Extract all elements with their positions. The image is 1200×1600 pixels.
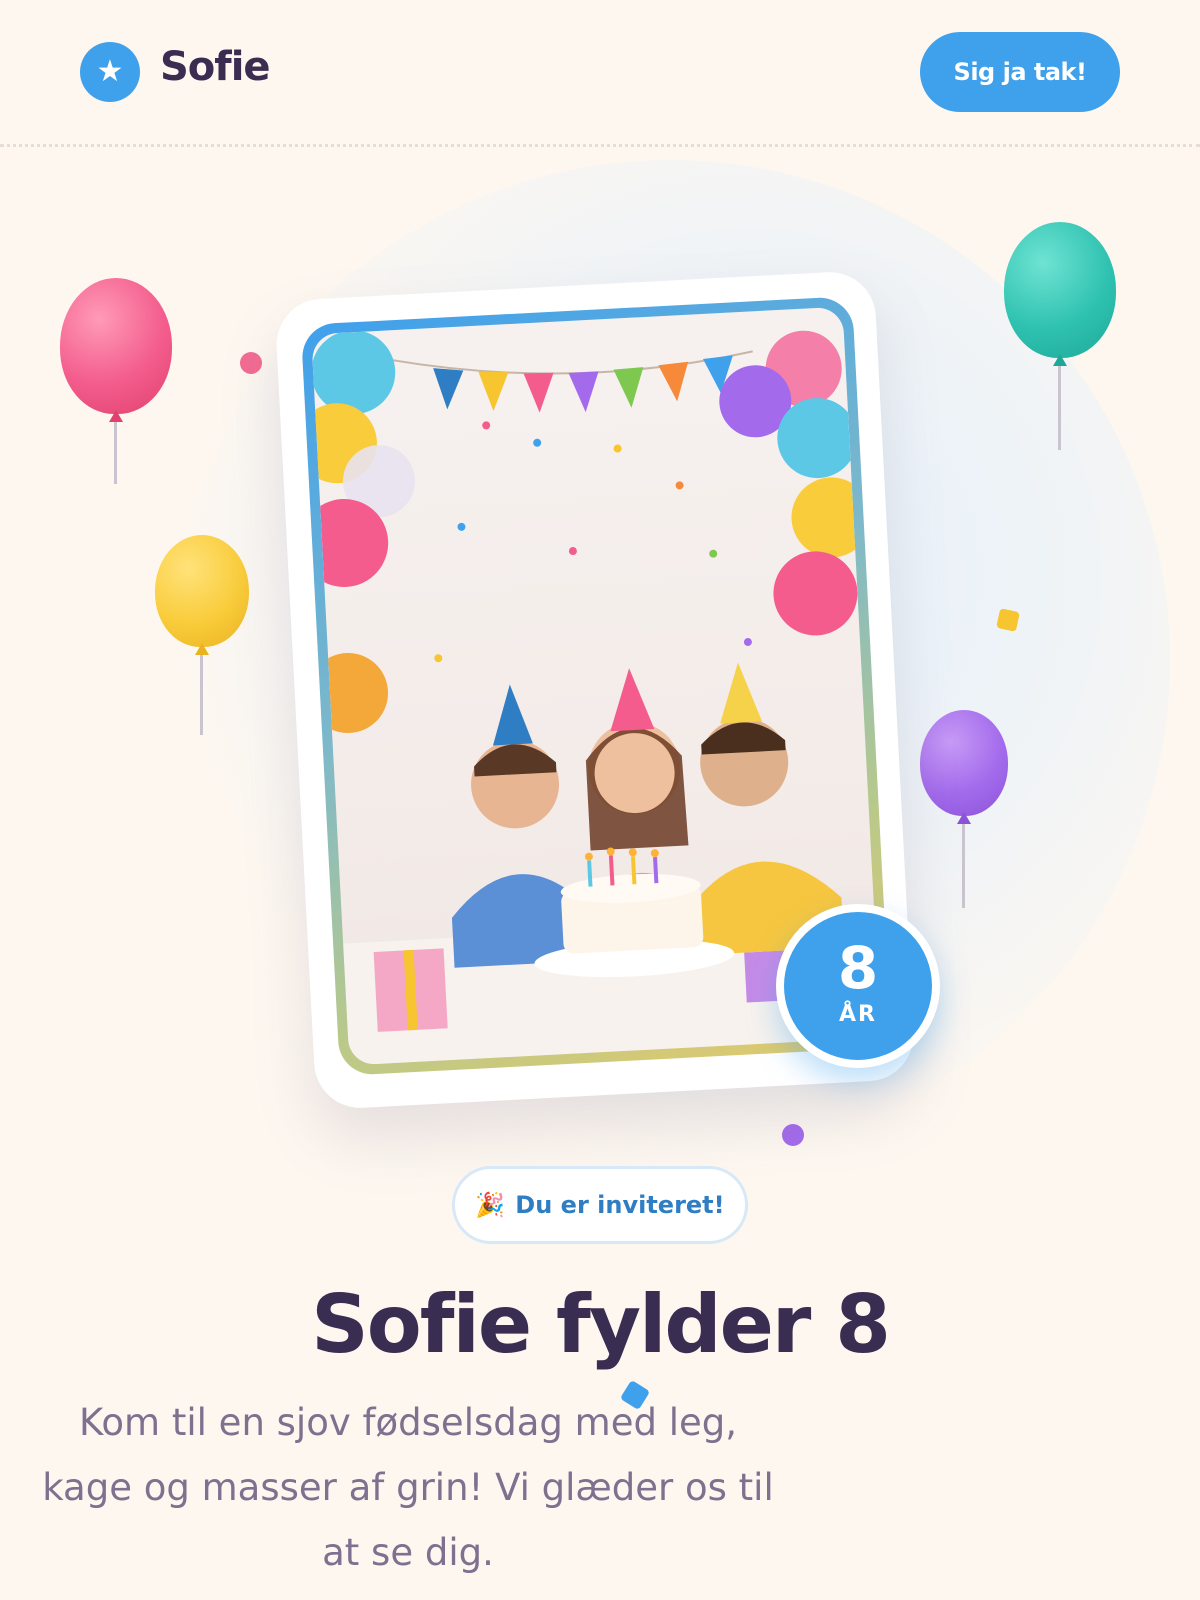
site-header: ★ Sofie Sig ja tak!	[0, 0, 1200, 147]
star-icon[interactable]: ★	[80, 42, 140, 102]
invite-badge: 🎉 Du er inviteret!	[452, 1166, 748, 1244]
confetti-dot-purple	[782, 1124, 804, 1146]
age-unit: ÅR	[839, 1002, 877, 1027]
balloon-yellow-decoration	[155, 535, 249, 745]
invite-label: Du er inviteret!	[515, 1191, 725, 1219]
age-number: 8	[837, 934, 879, 1002]
header-divider	[0, 144, 1200, 147]
balloon-pink-decoration	[60, 278, 172, 508]
age-badge: 8 ÅR	[776, 904, 940, 1068]
party-popper-icon: 🎉	[475, 1191, 506, 1219]
brand-name[interactable]: Sofie	[160, 44, 271, 90]
balloon-teal-decoration	[1004, 222, 1116, 452]
confetti-dot-pink	[240, 352, 262, 374]
rsvp-button[interactable]: Sig ja tak!	[920, 32, 1120, 112]
page-title: Sofie fylder 8	[311, 1278, 891, 1371]
confetti-square-yellow	[996, 608, 1020, 632]
balloon-purple-decoration	[920, 710, 1008, 910]
lead-paragraph: Kom til en sjov fødselsdag med leg, kage…	[42, 1401, 774, 1574]
